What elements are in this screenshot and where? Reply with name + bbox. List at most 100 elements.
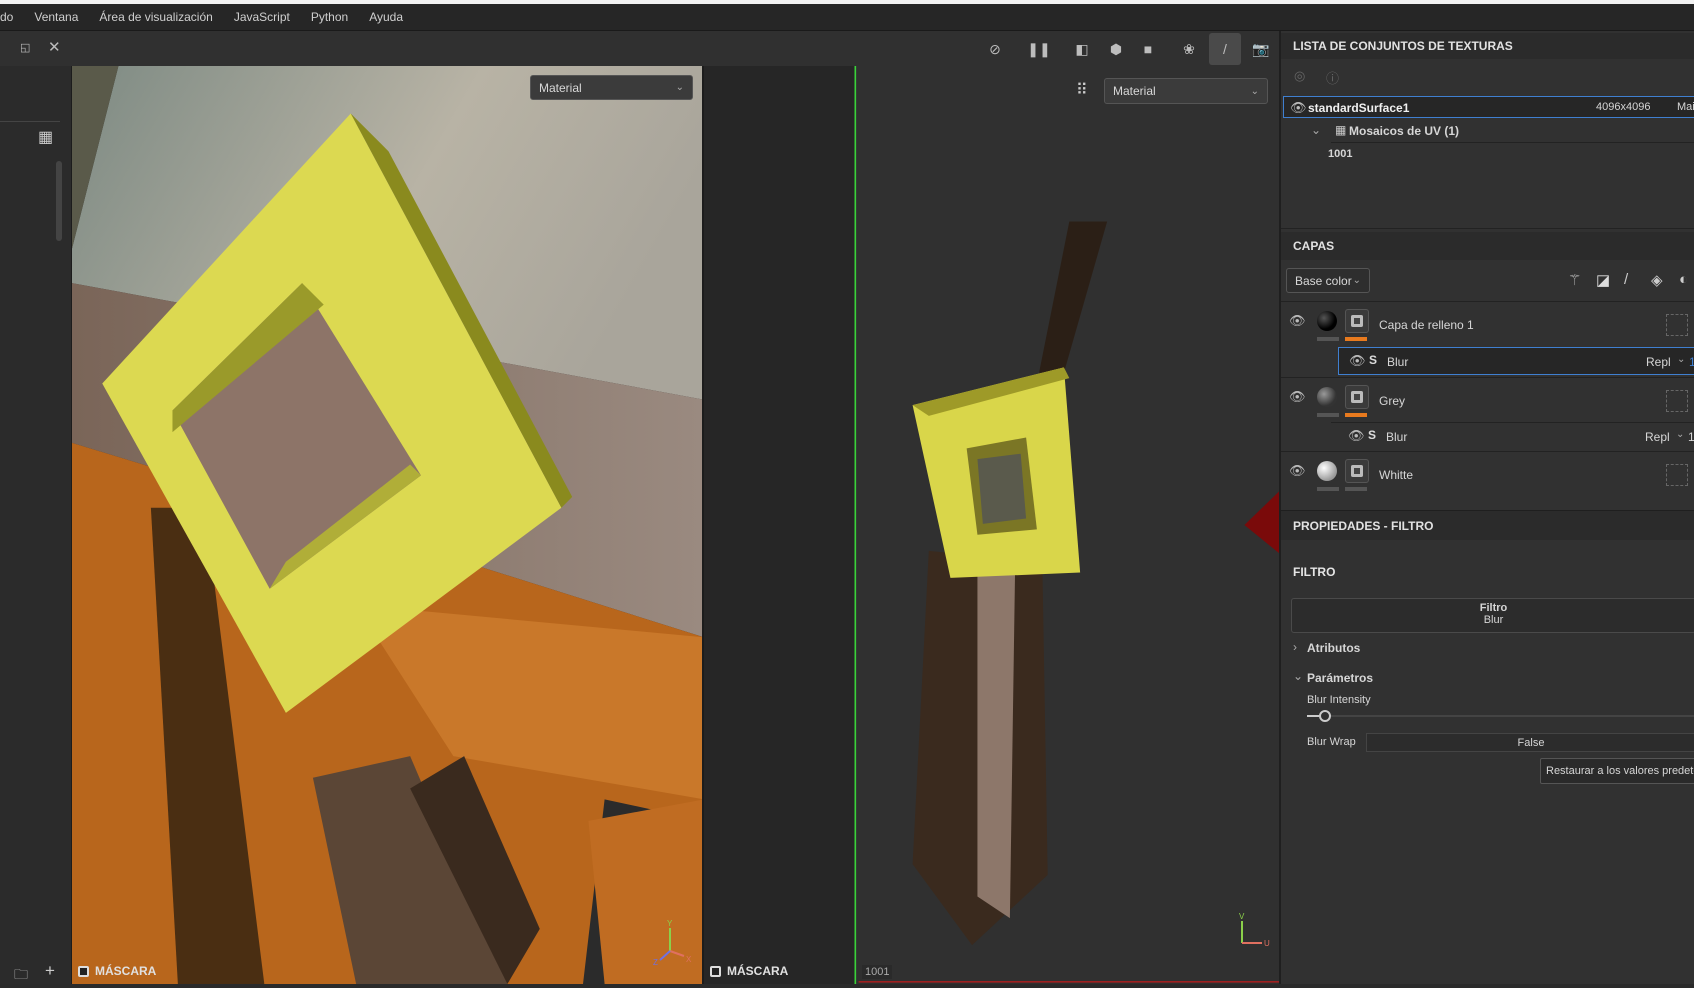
layer-name: Grey	[1379, 394, 1406, 408]
eye-icon[interactable]: 👁	[1289, 389, 1306, 405]
blur-wrap-dropdown[interactable]: False	[1366, 733, 1694, 752]
pause-icon[interactable]: ❚❚	[1027, 39, 1050, 59]
parameters-section[interactable]: Parámetros	[1307, 671, 1373, 685]
blend-mode-dropdown[interactable]: Repl	[1645, 430, 1670, 444]
3d-scene	[72, 66, 702, 984]
filter-resource-button[interactable]: Filtro Blur	[1291, 598, 1694, 633]
menu-item-viewport[interactable]: Área de visualización	[99, 10, 212, 24]
blur-intensity-slider[interactable]	[1307, 710, 1694, 722]
chevron-down-icon[interactable]: ⌄	[1311, 123, 1321, 137]
chevron-down-icon: ⌄	[1250, 85, 1259, 97]
slider-fill	[1307, 715, 1319, 717]
dropdown-value: Base color	[1295, 273, 1352, 288]
eye-icon[interactable]: 👁	[1348, 428, 1365, 444]
layer-mask-slot[interactable]	[1666, 390, 1688, 412]
opacity-value[interactable]: 1	[1688, 430, 1694, 444]
add-paint-layer-icon[interactable]: /	[1624, 271, 1628, 288]
uv-scene	[704, 66, 1279, 984]
add-icon[interactable]: +	[45, 961, 55, 981]
color-bar	[1317, 487, 1339, 491]
layer-mask-slot[interactable]	[1666, 464, 1688, 486]
divider	[1281, 228, 1694, 229]
eye-icon[interactable]: 👁	[1289, 313, 1306, 329]
chevron-down-icon[interactable]: ⌄	[1293, 669, 1303, 683]
color-bar	[1317, 337, 1339, 341]
svg-text:U: U	[1264, 939, 1270, 948]
channel-dropdown[interactable]: Base color ⌄	[1286, 268, 1370, 293]
visibility-all-icon[interactable]: ◎	[1294, 68, 1305, 84]
mask-thumbnail-icon[interactable]	[1345, 309, 1369, 333]
layer-name: Capa de relleno 1	[1379, 318, 1474, 332]
channel-bar	[1345, 487, 1367, 491]
layer-mask-slot[interactable]	[1666, 314, 1688, 336]
eye-icon[interactable]: 👁	[1289, 463, 1306, 479]
blur-wrap-label: Blur Wrap	[1307, 736, 1356, 748]
close-icon[interactable]: ✕	[48, 38, 61, 56]
camera-icon[interactable]: ■	[1137, 39, 1159, 59]
uv-tile-label: 1001	[862, 965, 893, 979]
menu-item-python[interactable]: Python	[311, 10, 348, 24]
menu-item-edit[interactable]: do	[0, 10, 13, 24]
layer-row[interactable]: 👁 Grey	[1281, 379, 1694, 422]
mask-toggle[interactable]: MÁSCARA	[78, 964, 156, 978]
grid-icon: ▦	[1335, 123, 1347, 137]
sidebar-scrollbar[interactable]	[56, 161, 62, 241]
svg-text:V: V	[1239, 912, 1245, 921]
channel-bar	[1345, 413, 1367, 417]
uv-tiles-group[interactable]: Mosaicos de UV (1)	[1349, 124, 1459, 138]
effect-row[interactable]: 👁 S Blur Repl ⌄ 1	[1338, 347, 1694, 375]
shading-mode-dropdown[interactable]: Material ⌄	[530, 75, 693, 100]
cube-icon[interactable]: ⬢	[1105, 39, 1127, 59]
hide-icon[interactable]: ⊘	[984, 39, 1006, 59]
add-effect-icon[interactable]: ⚚	[1568, 271, 1581, 289]
mask-thumbnail-icon[interactable]	[1345, 385, 1369, 409]
svg-text:Y: Y	[667, 919, 673, 928]
mask-checkbox[interactable]	[710, 965, 721, 977]
add-group-icon[interactable]: ◐	[1679, 271, 1688, 288]
material-sphere-icon	[1317, 311, 1337, 331]
dropdown-value: Material	[1113, 84, 1156, 98]
info-grid-icon[interactable]: ⠿	[1076, 80, 1088, 100]
reset-defaults-button[interactable]: Restaurar a los valores predete	[1540, 758, 1694, 784]
viewport-3d[interactable]: Material ⌄ Y X Z MÁSCARA	[72, 66, 704, 984]
paint-brush-icon[interactable]: /	[1209, 33, 1241, 65]
new-folder-icon[interactable]: 🗀	[14, 964, 28, 988]
menu-item-javascript[interactable]: JavaScript	[234, 10, 290, 24]
viewport-2d-uv[interactable]: ⠿ Material ⌄ V U MÁSCARA 1001	[704, 66, 1279, 984]
shading-mode-dropdown-uv[interactable]: Material ⌄	[1104, 78, 1268, 104]
material-sphere-icon	[1317, 387, 1337, 407]
uv-tile-item[interactable]: 1001	[1328, 148, 1352, 160]
viewport-toolbar: ⊘ ❚❚ ◧ ⬢ ■ ❀ / 📷	[72, 31, 1279, 66]
effect-row[interactable]: 👁 S Blur Repl ⌄ 1	[1338, 423, 1694, 451]
float-panel-icon[interactable]: ◱	[20, 41, 30, 54]
eye-icon[interactable]: 👁	[1349, 353, 1366, 369]
menu-item-window[interactable]: Ventana	[34, 10, 78, 24]
menu-item-help[interactable]: Ayuda	[369, 10, 403, 24]
sidebar-header: ◱ ✕	[0, 31, 72, 66]
attributes-section[interactable]: Atributos	[1307, 641, 1360, 655]
slider-handle[interactable]	[1318, 710, 1331, 722]
layer-row[interactable]: 👁 Whitte	[1281, 453, 1694, 497]
mask-thumbnail-icon[interactable]	[1345, 459, 1369, 483]
mask-label: MÁSCARA	[727, 964, 789, 978]
mask-checkbox[interactable]	[78, 965, 89, 977]
bake-icon[interactable]: ❀	[1178, 39, 1200, 59]
filter-section-title: FILTRO	[1293, 565, 1336, 579]
texture-set-row[interactable]: 👁 standardSurface1 4096x4096 Mai	[1283, 96, 1694, 118]
mask-toggle-uv[interactable]: MÁSCARA	[710, 964, 788, 978]
chevron-down-icon: ⌄	[1677, 354, 1686, 365]
blend-mode-dropdown[interactable]: Repl	[1646, 355, 1671, 369]
grid-view-icon[interactable]: ▦	[38, 127, 53, 147]
solo-icon[interactable]: ⓘ	[1326, 68, 1339, 87]
layer-row[interactable]: 👁 Capa de relleno 1	[1281, 303, 1694, 347]
color-bar	[1317, 413, 1339, 417]
screenshot-icon[interactable]: 📷	[1250, 39, 1272, 59]
add-mask-icon[interactable]: ◪	[1596, 271, 1610, 289]
divider	[1281, 377, 1694, 378]
chevron-right-icon[interactable]: ›	[1293, 640, 1297, 654]
add-fill-layer-icon[interactable]: ◈	[1651, 271, 1663, 289]
symmetry-icon[interactable]: ◧	[1071, 39, 1093, 59]
opacity-value[interactable]: 1	[1689, 355, 1694, 369]
dropdown-value: Material	[539, 80, 582, 95]
eye-icon[interactable]: 👁	[1290, 100, 1307, 116]
